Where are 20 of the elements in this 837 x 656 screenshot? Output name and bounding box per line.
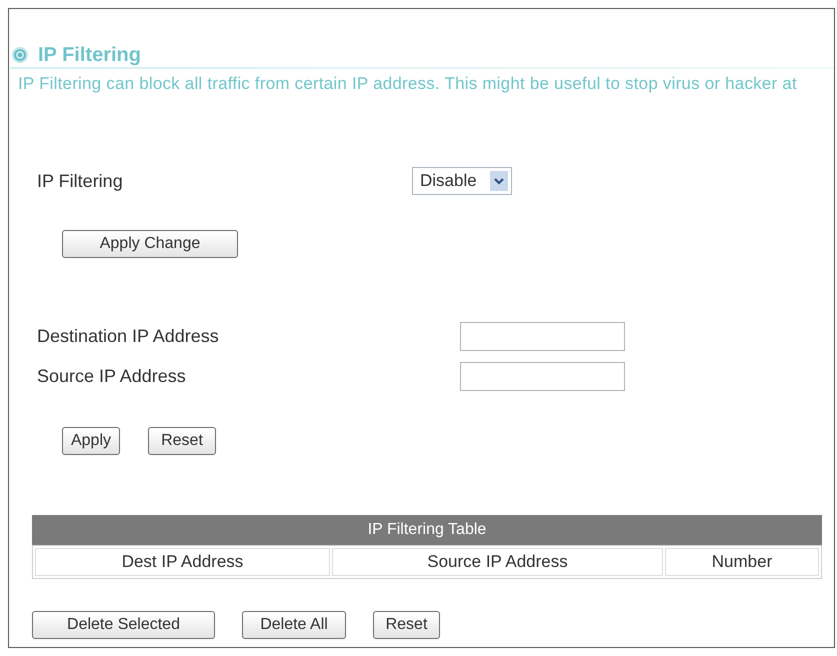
delete-selected-button[interactable]: Delete Selected (32, 611, 215, 639)
ip-address-field[interactable] (460, 362, 625, 391)
chevron-down-icon (490, 171, 508, 191)
delete-all-button[interactable]: Delete All (242, 611, 346, 639)
column-header: Source IP Address (332, 548, 663, 576)
filter-select[interactable]: Disable (412, 167, 512, 195)
field-label: Source IP Address (37, 365, 186, 388)
apply-change-button[interactable]: Apply Change (62, 230, 238, 258)
field-label: IP Filtering (37, 170, 123, 193)
column-header: Dest IP Address (35, 548, 330, 576)
ip-address-field[interactable] (460, 322, 625, 351)
section-title: IP Filtering (38, 43, 141, 68)
field-label: Destination IP Address (37, 325, 219, 348)
reset-button[interactable]: Reset (373, 611, 440, 639)
apply-button[interactable]: Apply (62, 427, 120, 455)
column-header: Number (665, 548, 819, 576)
bullet-icon (12, 47, 28, 63)
section-description: IP Filtering can block all traffic from certain IP address. This might be useful to stop virus or hacker at (18, 74, 797, 92)
reset-button[interactable]: Reset (148, 427, 216, 455)
table-title: IP Filtering Table (32, 515, 822, 545)
